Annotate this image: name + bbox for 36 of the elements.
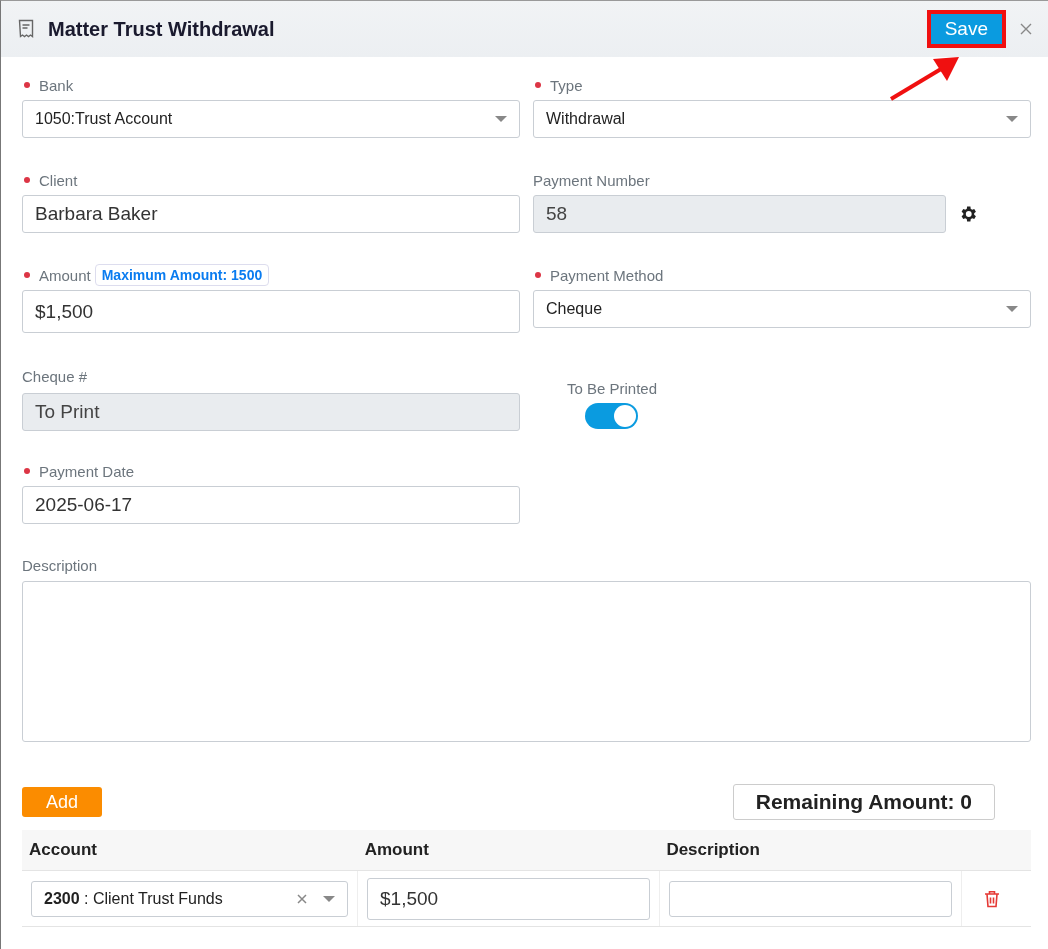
field-label: Description [22,556,99,576]
column-header: Account [28,840,98,860]
document-icon [18,19,34,39]
remaining-amount: Remaining Amount: 0 [732,784,995,820]
toggle-switch[interactable] [585,403,638,429]
delete-icon[interactable] [984,889,1000,908]
input-field[interactable]: Barbara Baker [22,195,520,233]
description-input[interactable] [669,880,952,917]
field-label: Amount [39,266,91,284]
column-header: Amount [363,840,430,860]
dropdown-caret-icon [495,116,507,122]
field-label: Type [550,76,583,94]
dropdown-caret-icon [323,895,335,902]
field-label: Bank [39,76,74,94]
dropdown-caret-icon [1006,116,1018,122]
field-label: Client [39,171,78,189]
select-field[interactable]: Withdrawal [533,100,1031,138]
maximum-amount-badge: Maximum Amount: 1500 [94,264,270,286]
select-field[interactable]: 1050:Trust Account [22,100,520,138]
modal-title: Matter Trust Withdrawal [48,17,276,41]
dropdown-caret-icon [1006,306,1018,312]
select-field[interactable]: Cheque [533,290,1031,328]
field-label: Payment Number [533,171,650,189]
input-field[interactable]: $1,500 [22,290,520,333]
field-label: Payment Date [39,462,135,480]
input-field[interactable]: 2025-06-17 [22,486,520,524]
account-select[interactable]: 2300 : Client Trust Funds [31,880,348,917]
field-label: Payment Method [550,266,664,284]
clear-icon[interactable] [297,893,307,904]
column-header: Description [665,840,761,860]
readonly-field: 58 [533,195,946,233]
amount-input[interactable]: $1,500 [367,877,650,920]
close-icon[interactable] [1020,23,1032,35]
field-label: Cheque # [22,367,88,385]
readonly-field: To Print [22,393,520,431]
field-label: To Be Printed [567,379,658,397]
